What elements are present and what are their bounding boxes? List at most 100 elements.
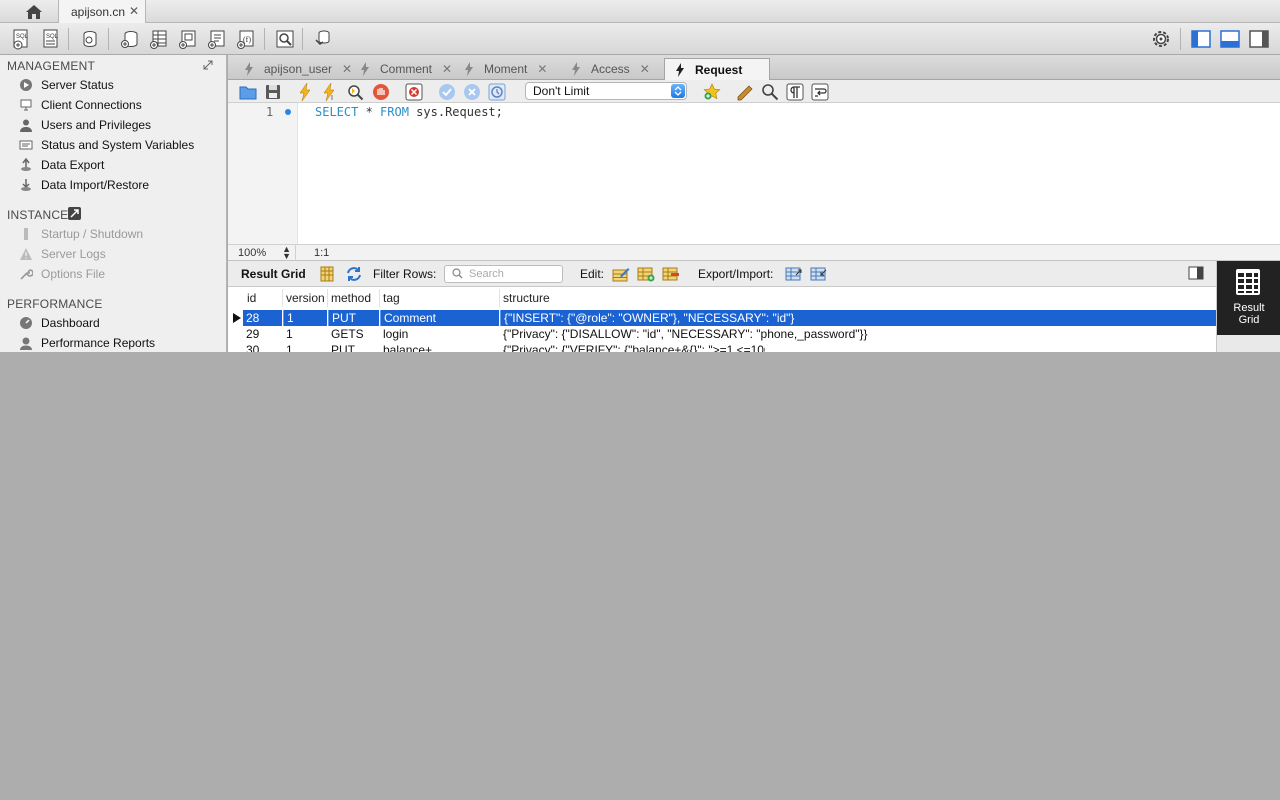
column-header[interactable]: structure	[503, 291, 550, 305]
sidebar-item-performance-reports[interactable]: Performance Reports	[18, 334, 155, 352]
close-tab-icon[interactable]: ✕	[342, 62, 352, 76]
table-cell[interactable]: 29	[243, 326, 282, 342]
sidebar-item-startup-shutdown[interactable]: Startup / Shutdown	[18, 225, 143, 243]
sidebar-item-data-import-restore[interactable]: Data Import/Restore	[18, 176, 149, 194]
column-header[interactable]: version	[286, 291, 325, 305]
column-divider[interactable]	[327, 289, 328, 307]
table-cell[interactable]: 30	[243, 342, 282, 352]
refresh-icon[interactable]	[345, 265, 363, 283]
toggle-side-panel-icon[interactable]	[1188, 266, 1204, 280]
table-cell[interactable]: PUT	[328, 310, 379, 326]
toggle-sidebar-icon[interactable]	[1189, 27, 1213, 51]
table-cell[interactable]: balance+	[380, 342, 499, 352]
edit-row-icon[interactable]	[612, 265, 630, 283]
sidebar-item-server-logs[interactable]: Server Logs	[18, 245, 106, 263]
table-cell[interactable]: login	[380, 326, 499, 342]
grid-view-icon[interactable]	[318, 265, 336, 283]
create-procedure-icon[interactable]	[205, 27, 229, 51]
table-row[interactable]: 29 1 GETS login {"Privacy": {"DISALLOW":…	[228, 326, 1216, 342]
new-sql-tab-icon[interactable]: SQL	[9, 27, 33, 51]
table-cell[interactable]: 1	[283, 342, 327, 352]
create-table-icon[interactable]	[147, 27, 171, 51]
tab-access[interactable]: Access ✕	[569, 58, 650, 80]
table-cell[interactable]: 28	[243, 310, 282, 326]
create-function-icon[interactable]: (f)	[234, 27, 258, 51]
execute-current-icon[interactable]: I	[320, 82, 340, 102]
result-grid[interactable]: id version method tag structure 28 1 PUT…	[228, 287, 1216, 352]
tab-apijson-user[interactable]: apijson_user ✕	[242, 58, 352, 80]
toggle-error-icon[interactable]	[404, 82, 424, 102]
close-tab-icon[interactable]: ✕	[537, 62, 547, 76]
import-icon[interactable]	[810, 265, 828, 283]
limit-rows-select[interactable]: Don't Limit	[525, 82, 687, 100]
explain-icon[interactable]	[345, 82, 365, 102]
filter-rows-label: Filter Rows:	[373, 267, 437, 281]
table-cell[interactable]: 1	[283, 326, 327, 342]
tab-request[interactable]: Request	[664, 58, 770, 80]
word-wrap-icon[interactable]	[810, 82, 830, 102]
sql-code-line[interactable]: SELECT * FROM sys.Request;	[315, 105, 503, 119]
connection-tab[interactable]: apijson.cn ✕	[58, 0, 146, 23]
column-divider[interactable]	[379, 289, 380, 307]
invisible-chars-icon[interactable]	[785, 82, 805, 102]
open-inspector-icon[interactable]	[78, 27, 102, 51]
tab-label: Comment	[380, 62, 433, 76]
home-button[interactable]	[20, 2, 48, 21]
stepper-arrows-icon[interactable]: ▲ ▼	[282, 245, 291, 261]
sql-editor[interactable]: 1 SELECT * FROM sys.Request;	[228, 103, 1280, 244]
open-file-icon[interactable]	[238, 82, 258, 102]
insert-row-icon[interactable]	[637, 265, 655, 283]
column-header[interactable]: method	[331, 291, 371, 305]
toggle-secondary-sidebar-icon[interactable]	[1247, 27, 1271, 51]
stop-icon[interactable]	[371, 82, 391, 102]
table-row[interactable]: 30 1 PUT balance+ {"Privacy": {"VERIFY":…	[228, 342, 1216, 352]
sidebar-item-users-and-privileges[interactable]: Users and Privileges	[18, 116, 151, 134]
export-icon[interactable]	[785, 265, 803, 283]
commit-icon[interactable]	[437, 82, 457, 102]
column-divider[interactable]	[282, 289, 283, 307]
settings-icon[interactable]	[1149, 27, 1173, 51]
table-row[interactable]: 28 1 PUT Comment {"INSERT": {"@role": "O…	[228, 310, 1216, 326]
sidebar-item-data-export[interactable]: Data Export	[18, 156, 104, 174]
delete-row-icon[interactable]	[662, 265, 680, 283]
close-tab-icon[interactable]: ✕	[640, 62, 650, 76]
column-divider[interactable]	[499, 289, 500, 307]
column-header[interactable]: tag	[383, 291, 400, 305]
sidebar-item-server-status[interactable]: Server Status	[18, 76, 114, 94]
zoom-stepper[interactable]: 100% ▲ ▼	[228, 245, 296, 261]
table-cell[interactable]: {"INSERT": {"@role": "OWNER"}, "NECESSAR…	[500, 310, 1216, 326]
table-cell[interactable]: Comment	[380, 310, 499, 326]
beautify-icon[interactable]	[735, 82, 755, 102]
open-sql-file-icon[interactable]: SQL	[39, 27, 63, 51]
sidebar-item-dashboard[interactable]: Dashboard	[18, 314, 100, 332]
column-header[interactable]: id	[247, 291, 256, 305]
table-cell[interactable]: 1	[283, 310, 327, 326]
close-tab-icon[interactable]: ✕	[442, 62, 452, 76]
tab-comment[interactable]: Comment ✕	[358, 58, 452, 80]
tab-moment[interactable]: Moment ✕	[462, 58, 547, 80]
execute-all-icon[interactable]	[295, 82, 315, 102]
sidebar-item-options-file[interactable]: Options File	[18, 265, 105, 283]
tab-label: Access	[591, 62, 630, 76]
save-icon[interactable]	[263, 82, 283, 102]
toggle-output-icon[interactable]	[1218, 27, 1242, 51]
find-icon[interactable]	[760, 82, 780, 102]
search-table-data-icon[interactable]	[273, 27, 297, 51]
close-connection-tab-icon[interactable]: ✕	[129, 4, 139, 18]
expand-icon[interactable]	[203, 59, 213, 73]
table-cell[interactable]: {"Privacy": {"VERIFY": {"balance+&{}": "…	[500, 342, 765, 352]
line-number-gutter: 1	[228, 103, 298, 244]
table-cell[interactable]: GETS	[328, 326, 379, 342]
filter-rows-search-input[interactable]: Search	[444, 265, 563, 283]
sidebar-item-client-connections[interactable]: Client Connections	[18, 96, 142, 114]
sidebar-item-status-and-system-variables[interactable]: Status and System Variables	[18, 136, 194, 154]
rollback-icon[interactable]	[462, 82, 482, 102]
result-grid-panel-button[interactable]: Result Grid	[1217, 261, 1280, 335]
create-schema-icon[interactable]	[118, 27, 142, 51]
reconnect-icon[interactable]	[311, 27, 335, 51]
table-cell[interactable]: {"Privacy": {"DISALLOW": "id", "NECESSAR…	[500, 326, 1216, 342]
add-snippet-icon[interactable]	[702, 82, 722, 102]
autocommit-icon[interactable]	[487, 82, 507, 102]
create-view-icon[interactable]	[176, 27, 200, 51]
table-cell[interactable]: PUT	[328, 342, 379, 352]
